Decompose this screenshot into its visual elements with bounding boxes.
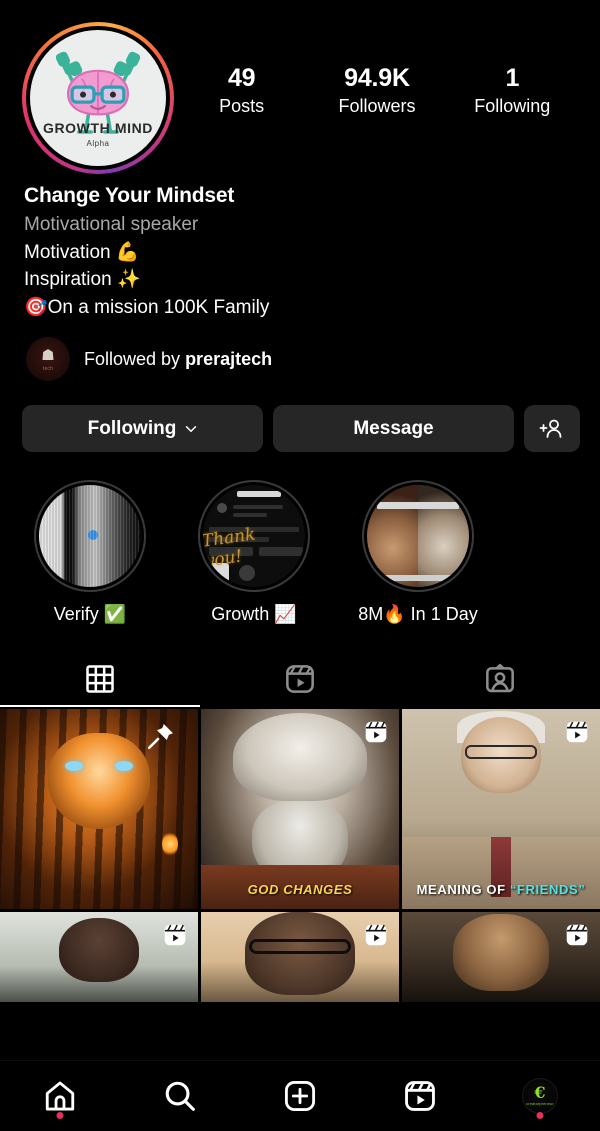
home-notification-dot <box>56 1112 64 1119</box>
highlight-growth[interactable]: Thank you! Growth 📈 <box>180 480 328 625</box>
bottom-navigation: € creatorpreneur <box>0 1060 600 1131</box>
followed-by-avatar-text: tech <box>42 366 54 373</box>
stat-following-value: 1 <box>505 64 520 92</box>
profile-bio: Change Your Mindset Motivational speaker… <box>0 174 600 382</box>
avatar-caption: creatorpreneur <box>526 1101 554 1106</box>
reel-icon <box>365 924 387 946</box>
tab-reels[interactable] <box>200 651 400 707</box>
verified-badge-thumb <box>87 530 98 541</box>
avatar-image: GROWTH MIND Alpha <box>30 30 166 166</box>
nav-profile[interactable]: € creatorpreneur <box>480 1061 600 1131</box>
monk-face-left <box>367 485 418 588</box>
highlight-8m-bottom-bar <box>385 575 451 582</box>
post-god-changes-caption: GOD CHANGES <box>247 882 353 898</box>
post-row2-3[interactable] <box>402 912 600 1003</box>
highlight-verify[interactable]: Verify ✅ <box>16 480 164 625</box>
followed-by[interactable]: ☗ tech Followed by prerajtech <box>24 321 578 382</box>
instagram-profile-screen: GROWTH MIND Alpha 49 Posts 94.9K Followe… <box>0 0 600 1131</box>
add-person-button[interactable] <box>524 405 580 453</box>
nav-home[interactable] <box>0 1061 120 1131</box>
highlight-verify-ring <box>34 480 146 593</box>
bio-line-1: Motivation 💪 <box>24 241 140 263</box>
followed-by-avatar: ☗ tech <box>26 337 70 382</box>
followed-by-username[interactable]: prerajtech <box>185 349 272 369</box>
post-tiger[interactable] <box>0 709 198 910</box>
caption-quoted: “FRIENDS” <box>509 882 586 898</box>
stat-posts[interactable]: 49 Posts <box>199 64 285 117</box>
profile-header: GROWTH MIND Alpha 49 Posts 94.9K Followe… <box>0 0 600 174</box>
profile-actions: Following Message <box>0 381 600 453</box>
bio-line-2: Inspiration ✨ <box>24 269 141 291</box>
stat-posts-label: Posts <box>219 95 265 116</box>
followed-by-prefix: Followed by <box>84 348 186 369</box>
nav-create[interactable] <box>240 1061 360 1131</box>
home-icon <box>45 1081 75 1111</box>
highlight-8m-cover <box>367 485 469 588</box>
pin-icon <box>147 724 173 750</box>
profile-avatar-thumb: € creatorpreneur <box>522 1078 558 1114</box>
message-button-label: Message <box>353 417 434 439</box>
search-icon <box>165 1081 195 1111</box>
highlight-8m-caption-bar <box>377 501 459 509</box>
profile-tabs <box>0 651 600 708</box>
stat-posts-value: 49 <box>227 64 256 92</box>
reel-icon <box>164 924 186 946</box>
followed-by-text: Followed by prerajtech <box>84 349 272 370</box>
post-grid: GOD CHANGES MEANING OF “FRIENDS” <box>0 709 600 1003</box>
reel-icon <box>566 721 588 743</box>
highlight-growth-cover: Thank you! <box>203 485 305 588</box>
highlight-verify-cover <box>39 485 141 588</box>
message-button[interactable]: Message <box>273 405 514 453</box>
highlight-growth-label: Growth 📈 <box>211 604 297 625</box>
monk-face-right <box>418 485 469 588</box>
stat-following-label: Following <box>474 95 551 116</box>
post-meaning-of-friends-caption: MEANING OF “FRIENDS” <box>402 882 600 897</box>
reel-icon <box>566 924 588 946</box>
profile-notification-dot <box>536 1112 544 1119</box>
post-row2-1[interactable] <box>0 912 198 1003</box>
nav-reels[interactable] <box>360 1061 480 1131</box>
profile-avatar[interactable]: GROWTH MIND Alpha <box>22 22 174 174</box>
post-row2-2[interactable] <box>201 912 399 1003</box>
profile-stats: 49 Posts 94.9K Followers 1 Following <box>174 22 580 117</box>
reels-icon <box>405 1081 435 1111</box>
profile-category: Motivational speaker <box>24 214 199 235</box>
highlight-8m-ring <box>362 480 474 593</box>
plus-square-icon <box>284 1080 316 1112</box>
display-name: Change Your Mindset <box>24 184 235 207</box>
highlight-verify-label: Verify ✅ <box>53 604 127 625</box>
stat-followers[interactable]: 94.9K Followers <box>334 64 420 117</box>
reels-icon <box>286 665 314 694</box>
followed-by-avatar-glyph: ☗ <box>41 347 55 365</box>
following-button-label: Following <box>87 417 177 439</box>
highlight-8m-label: 8M🔥 In 1 Day <box>358 604 478 625</box>
chevron-down-icon <box>186 425 197 432</box>
following-button[interactable]: Following <box>22 405 263 453</box>
tagged-icon <box>486 664 514 693</box>
grid-icon <box>86 665 114 693</box>
reel-icon <box>365 721 387 743</box>
nav-search[interactable] <box>120 1061 240 1131</box>
post-god-changes[interactable]: GOD CHANGES <box>201 709 399 910</box>
highlight-8m-in-1-day[interactable]: 8M🔥 In 1 Day <box>344 480 492 625</box>
stat-followers-value: 94.9K <box>344 64 410 92</box>
tab-grid[interactable] <box>0 651 200 708</box>
stat-followers-label: Followers <box>338 95 416 116</box>
highlight-growth-ring: Thank you! <box>198 480 310 593</box>
caption-prefix: MEANING OF <box>416 882 510 898</box>
story-highlights: Verify ✅ Thank you! Growth 📈 8M🔥 In 1 Da… <box>0 452 600 625</box>
story-ring: GROWTH MIND Alpha <box>22 22 174 174</box>
add-person-icon <box>539 419 562 438</box>
avatar-glyph: € <box>534 1083 546 1102</box>
avatar-logo-subtitle: Alpha <box>86 139 110 148</box>
bio-line-3: 🎯On a mission 100K Family <box>24 296 270 318</box>
tab-tagged[interactable] <box>400 651 600 707</box>
post-meaning-of-friends[interactable]: MEANING OF “FRIENDS” <box>402 709 600 910</box>
stat-following[interactable]: 1 Following <box>469 64 555 117</box>
avatar-logo-title: GROWTH MIND <box>42 120 154 136</box>
